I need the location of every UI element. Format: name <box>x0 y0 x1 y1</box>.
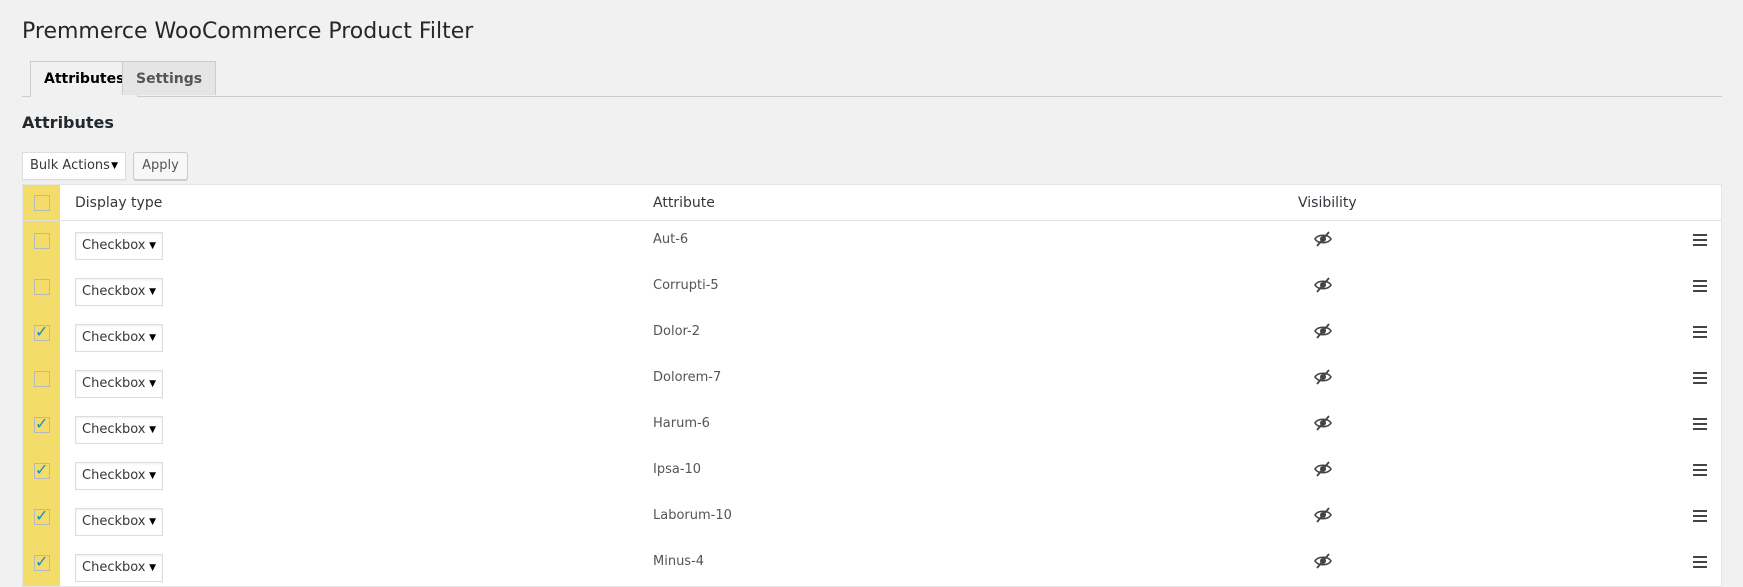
table-row: Checkbox ▼ Aut-6 <box>23 222 1721 268</box>
display-type-select[interactable]: Checkbox ▼ <box>75 370 163 398</box>
bulk-actions-select[interactable]: Bulk Actions ▼ <box>22 152 126 180</box>
display-type-value: Checkbox <box>82 468 146 483</box>
tab-bar: Attributes Settings <box>22 61 1722 97</box>
drag-handle-icon[interactable] <box>1693 234 1707 246</box>
drag-handle-icon[interactable] <box>1693 280 1707 292</box>
display-type-select[interactable]: Checkbox ▼ <box>75 416 163 444</box>
attribute-name: Minus-4 <box>653 554 705 569</box>
caret-down-icon: ▼ <box>149 471 156 481</box>
bulk-actions-label: Bulk Actions <box>30 158 110 173</box>
row-checkbox[interactable] <box>34 279 50 295</box>
section-title: Attributes <box>22 113 114 132</box>
table-row: Checkbox ▼ Dolorem-7 <box>23 360 1721 406</box>
drag-handle-icon[interactable] <box>1693 326 1707 338</box>
attribute-name: Ipsa-10 <box>653 462 702 477</box>
eye-slash-icon[interactable] <box>1313 460 1333 478</box>
caret-down-icon: ▼ <box>149 425 156 435</box>
checkmark-icon: ✓ <box>35 322 49 341</box>
row-checkbox[interactable]: ✓ <box>34 322 50 341</box>
tab-settings[interactable]: Settings <box>122 61 217 95</box>
checkmark-icon: ✓ <box>35 414 49 433</box>
drag-handle-icon[interactable] <box>1693 464 1707 476</box>
table-row: ✓ Checkbox ▼ Minus-4 <box>23 544 1721 586</box>
caret-down-icon: ▼ <box>149 563 156 573</box>
attribute-name: Laborum-10 <box>653 508 732 523</box>
row-checkbox[interactable]: ✓ <box>34 460 50 479</box>
display-type-value: Checkbox <box>82 514 146 529</box>
attribute-name: Aut-6 <box>653 232 689 247</box>
display-type-value: Checkbox <box>82 330 146 345</box>
page-title: Premmerce WooCommerce Product Filter <box>22 19 474 44</box>
eye-slash-icon[interactable] <box>1313 322 1333 340</box>
display-type-select[interactable]: Checkbox ▼ <box>75 462 163 490</box>
caret-down-icon: ▼ <box>149 333 156 343</box>
checkmark-icon: ✓ <box>35 506 49 525</box>
display-type-value: Checkbox <box>82 560 146 575</box>
header-attribute: Attribute <box>653 195 715 211</box>
attribute-name: Dolor-2 <box>653 324 701 339</box>
drag-handle-icon[interactable] <box>1693 510 1707 522</box>
row-checkbox[interactable] <box>34 233 50 249</box>
display-type-select[interactable]: Checkbox ▼ <box>75 508 163 536</box>
drag-handle-icon[interactable] <box>1693 556 1707 568</box>
attribute-name: Corrupti-5 <box>653 278 719 293</box>
header-display-type: Display type <box>75 195 163 211</box>
table-row: ✓ Checkbox ▼ Ipsa-10 <box>23 452 1721 498</box>
caret-down-icon: ▼ <box>149 287 156 297</box>
eye-slash-icon[interactable] <box>1313 414 1333 432</box>
caret-down-icon: ▼ <box>149 241 156 251</box>
table-row: ✓ Checkbox ▼ Harum-6 <box>23 406 1721 452</box>
display-type-value: Checkbox <box>82 422 146 437</box>
display-type-select[interactable]: Checkbox ▼ <box>75 278 163 306</box>
apply-button[interactable]: Apply <box>133 152 188 180</box>
attribute-name: Dolorem-7 <box>653 370 722 385</box>
attribute-name: Harum-6 <box>653 416 710 431</box>
select-all-checkbox[interactable] <box>34 195 50 211</box>
display-type-value: Checkbox <box>82 376 146 391</box>
attributes-table: Display type Attribute Visibility Checkb… <box>22 184 1722 587</box>
table-row: ✓ Checkbox ▼ Dolor-2 <box>23 314 1721 360</box>
caret-down-icon: ▼ <box>149 379 156 389</box>
display-type-value: Checkbox <box>82 238 146 253</box>
display-type-select[interactable]: Checkbox ▼ <box>75 324 163 352</box>
table-header: Display type Attribute Visibility <box>23 185 1721 221</box>
display-type-select[interactable]: Checkbox ▼ <box>75 554 163 582</box>
display-type-select[interactable]: Checkbox ▼ <box>75 232 163 260</box>
table-row: Checkbox ▼ Corrupti-5 <box>23 268 1721 314</box>
table-row: ✓ Checkbox ▼ Laborum-10 <box>23 498 1721 544</box>
row-checkbox[interactable] <box>34 371 50 387</box>
row-checkbox[interactable]: ✓ <box>34 506 50 525</box>
display-type-value: Checkbox <box>82 284 146 299</box>
caret-down-icon: ▼ <box>149 517 156 527</box>
eye-slash-icon[interactable] <box>1313 368 1333 386</box>
drag-handle-icon[interactable] <box>1693 418 1707 430</box>
row-checkbox[interactable]: ✓ <box>34 552 50 571</box>
row-checkbox[interactable]: ✓ <box>34 414 50 433</box>
eye-slash-icon[interactable] <box>1313 506 1333 524</box>
header-visibility: Visibility <box>1298 195 1357 211</box>
eye-slash-icon[interactable] <box>1313 230 1333 248</box>
caret-down-icon: ▼ <box>111 161 118 171</box>
checkmark-icon: ✓ <box>35 460 49 479</box>
eye-slash-icon[interactable] <box>1313 276 1333 294</box>
plugin-admin-page: Premmerce WooCommerce Product Filter Att… <box>0 0 1743 587</box>
drag-handle-icon[interactable] <box>1693 372 1707 384</box>
eye-slash-icon[interactable] <box>1313 552 1333 570</box>
checkmark-icon: ✓ <box>35 552 49 571</box>
